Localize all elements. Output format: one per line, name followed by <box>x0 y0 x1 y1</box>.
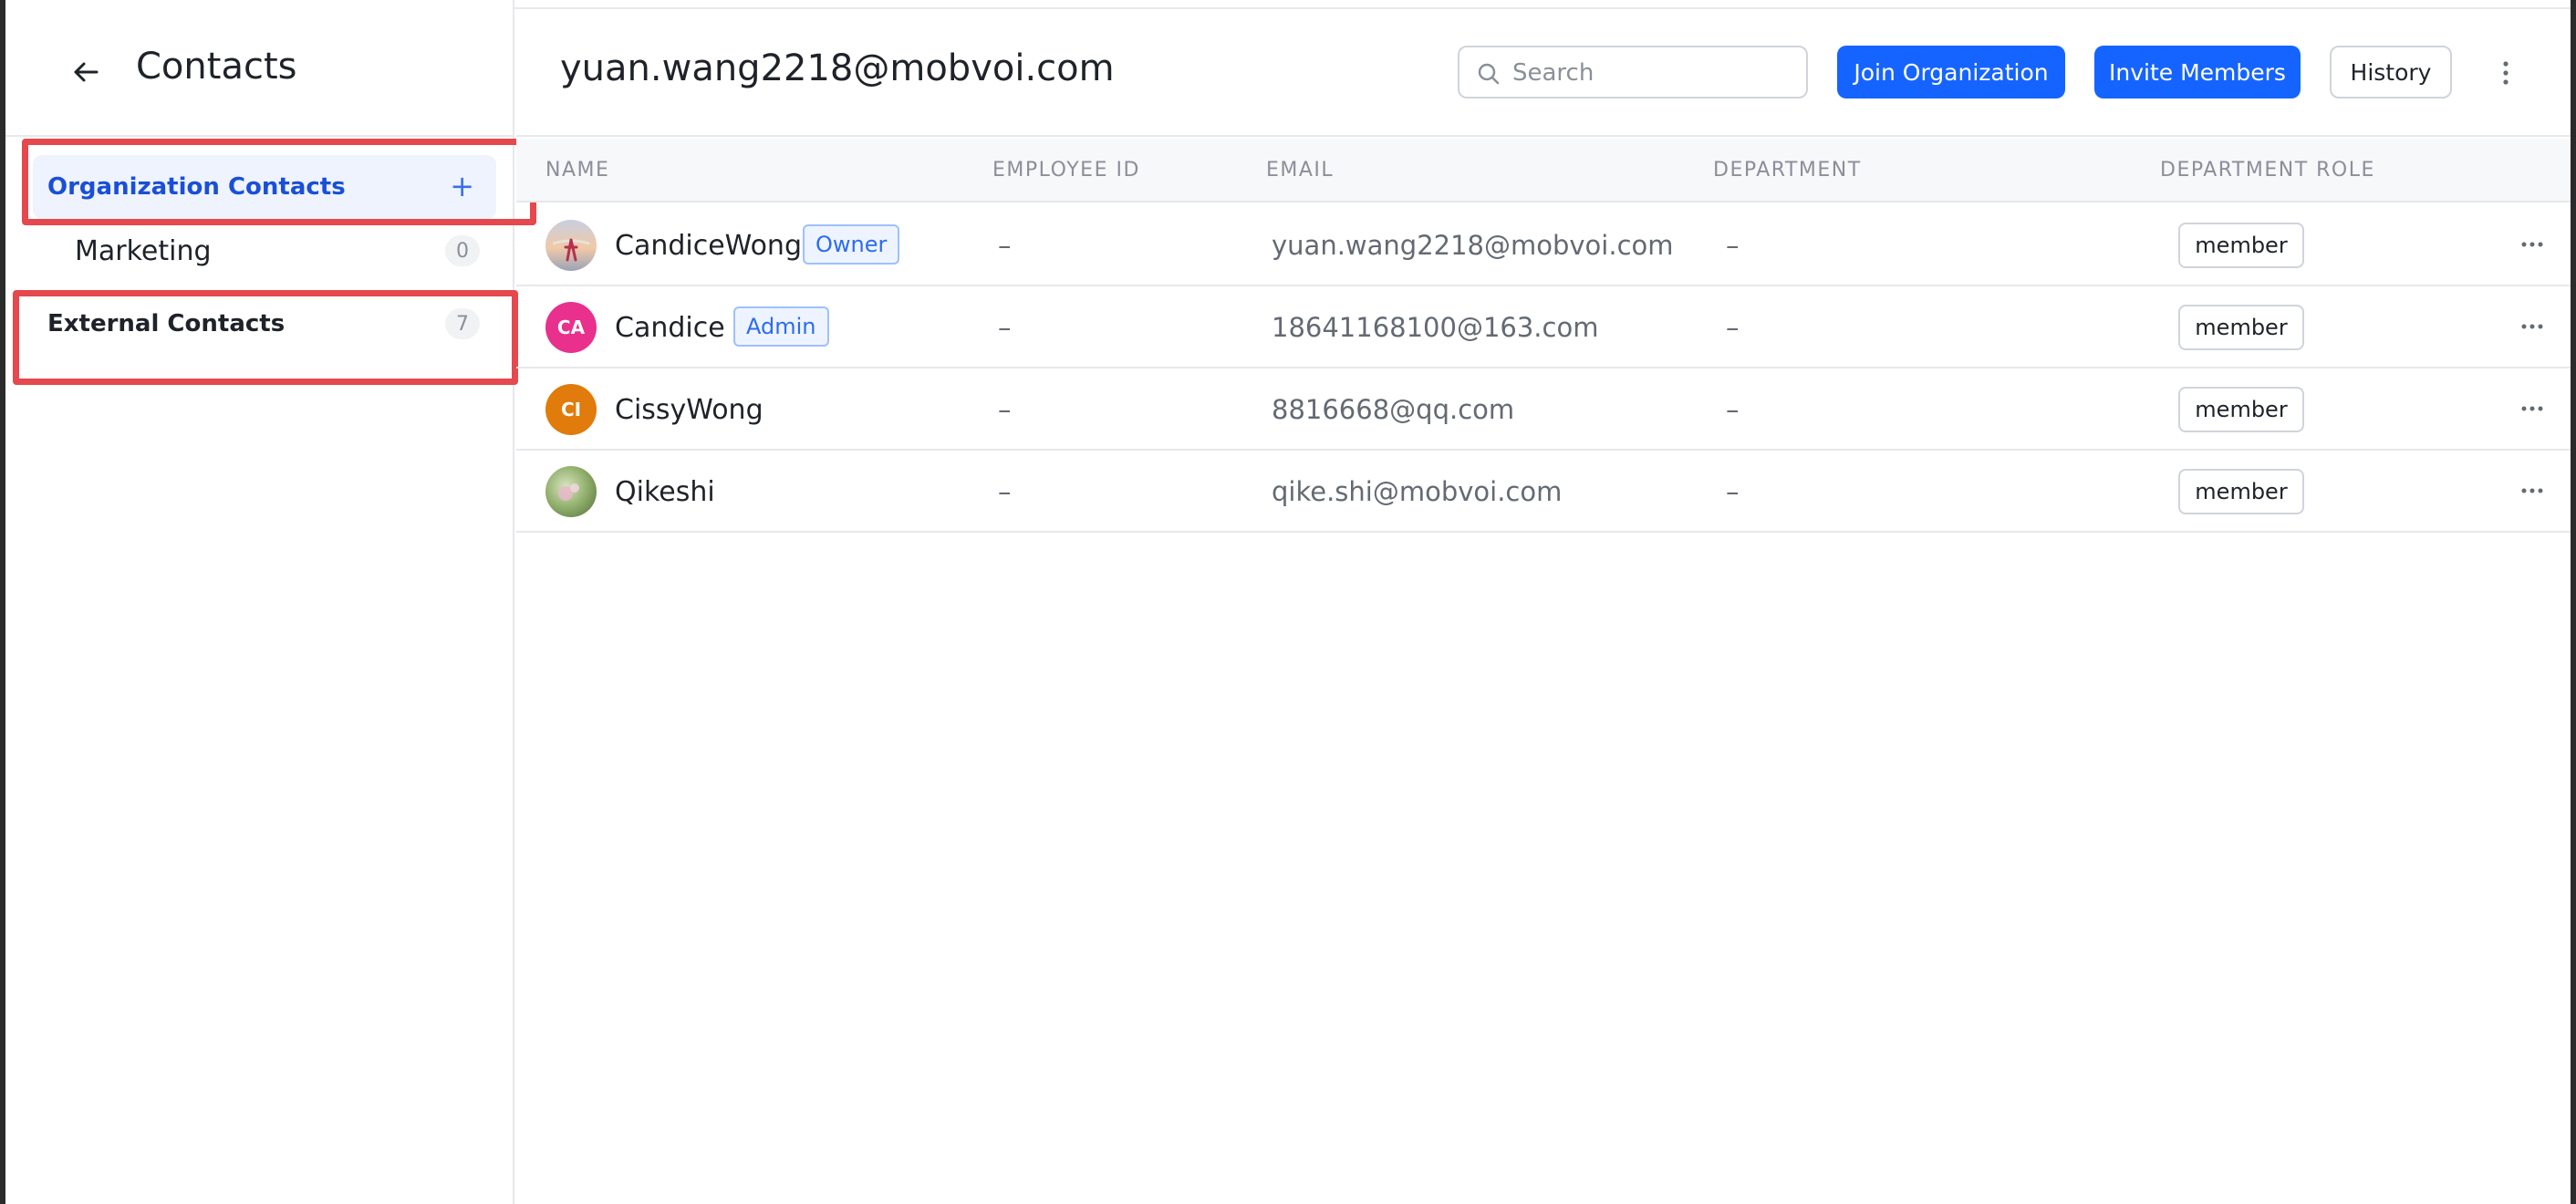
main-header: yuan.wang2218@mobvoi.com Join Organizati… <box>516 9 2571 137</box>
search-input[interactable] <box>1512 55 1795 91</box>
column-header-email: EMAIL <box>1266 159 1335 182</box>
user-photo-icon <box>558 483 579 501</box>
member-name: CandiceWong <box>615 230 802 262</box>
department-role-button[interactable]: member <box>2178 223 2304 268</box>
member-email: 8816668@qq.com <box>1272 394 1515 425</box>
table-row[interactable]: CI CissyWong – 8816668@qq.com – member <box>516 368 2571 451</box>
avatar: CI <box>545 384 597 435</box>
add-department-icon[interactable]: + <box>450 170 474 202</box>
page-title: yuan.wang2218@mobvoi.com <box>560 47 1115 89</box>
employee-id: – <box>998 312 1012 343</box>
count-badge: 0 <box>445 235 480 266</box>
sidebar-item-label: Organization Contacts <box>47 173 346 201</box>
department-value: – <box>1726 394 1740 425</box>
history-button[interactable]: History <box>2330 46 2452 99</box>
member-email: 18641168100@163.com <box>1272 312 1599 343</box>
sidebar-header: Contacts <box>5 0 513 137</box>
back-button[interactable] <box>60 49 111 95</box>
more-horizontal-icon <box>2521 324 2543 329</box>
department-value: – <box>1726 230 1740 261</box>
main-panel: yuan.wang2218@mobvoi.com Join Organizati… <box>516 9 2571 1204</box>
role-tag: Owner <box>803 224 900 265</box>
table-row[interactable]: CA Candice Admin – 18641168100@163.com –… <box>516 286 2571 368</box>
sidebar-item-organization-contacts[interactable]: Organization Contacts + <box>33 155 496 219</box>
column-header-name: NAME <box>545 159 610 182</box>
employee-id: – <box>998 394 1012 425</box>
more-vertical-icon <box>2503 61 2508 85</box>
invite-members-button[interactable]: Invite Members <box>2094 46 2301 99</box>
row-more-button[interactable] <box>2514 228 2550 261</box>
role-tag: Admin <box>733 306 829 347</box>
arrow-left-icon <box>74 62 99 82</box>
department-value: – <box>1726 476 1740 507</box>
more-horizontal-icon <box>2521 242 2543 247</box>
search-box[interactable] <box>1458 46 1808 99</box>
column-header-department: DEPARTMENT <box>1713 159 1862 182</box>
member-name: Candice <box>615 312 725 344</box>
search-icon <box>1478 63 1500 85</box>
avatar <box>545 220 597 271</box>
row-more-button[interactable] <box>2514 392 2550 425</box>
sidebar: Contacts Organization Contacts + Marketi… <box>5 0 514 1204</box>
department-role-button[interactable]: member <box>2178 469 2304 514</box>
employee-id: – <box>998 230 1012 261</box>
department-role-button[interactable]: member <box>2178 305 2304 350</box>
row-more-button[interactable] <box>2514 310 2550 343</box>
app-window: Contacts Organization Contacts + Marketi… <box>0 0 2576 1204</box>
member-email: qike.shi@mobvoi.com <box>1272 476 1563 507</box>
table-row[interactable]: CandiceWong Owner – yuan.wang2218@mobvoi… <box>516 204 2571 286</box>
employee-id: – <box>998 476 1012 507</box>
user-photo-icon <box>552 238 590 262</box>
table-header: NAME EMPLOYEE ID EMAIL DEPARTMENT DEPART… <box>516 139 2571 202</box>
member-name: Qikeshi <box>615 476 715 508</box>
column-header-department-role: DEPARTMENT ROLE <box>2160 159 2375 182</box>
more-options-button[interactable] <box>2492 55 2519 91</box>
more-horizontal-icon <box>2521 488 2543 493</box>
member-email: yuan.wang2218@mobvoi.com <box>1272 230 1674 261</box>
more-horizontal-icon <box>2521 406 2543 411</box>
sidebar-item-external-contacts[interactable]: External Contacts 7 <box>33 292 496 356</box>
table-row[interactable]: Qikeshi – qike.shi@mobvoi.com – member <box>516 451 2571 533</box>
column-header-employee-id: EMPLOYEE ID <box>992 159 1140 182</box>
department-role-button[interactable]: member <box>2178 387 2304 432</box>
window-frame-right <box>2571 0 2576 1204</box>
avatar: CA <box>545 302 597 353</box>
sidebar-item-marketing[interactable]: Marketing 0 <box>33 223 496 281</box>
sidebar-title: Contacts <box>136 46 297 88</box>
row-more-button[interactable] <box>2514 474 2550 507</box>
count-badge: 7 <box>445 308 480 339</box>
sidebar-item-label: External Contacts <box>47 310 286 337</box>
member-name: CissyWong <box>615 394 763 426</box>
join-organization-button[interactable]: Join Organization <box>1837 46 2065 99</box>
sidebar-item-label: Marketing <box>75 235 212 267</box>
avatar <box>545 466 597 517</box>
department-value: – <box>1726 312 1740 343</box>
